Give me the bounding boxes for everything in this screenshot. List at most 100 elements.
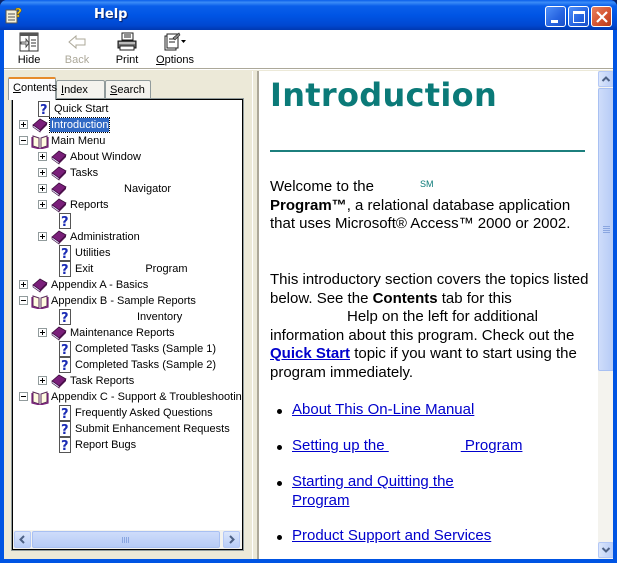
- expand-icon[interactable]: [38, 328, 47, 337]
- expand-icon[interactable]: [19, 280, 28, 289]
- chevron-right-icon: [229, 535, 235, 544]
- closed-book-icon: [50, 373, 68, 389]
- intro-text-c: Help on the left for additional informat…: [270, 308, 575, 344]
- expand-icon[interactable]: [38, 232, 47, 241]
- tree-item-label: Maintenance Reports: [70, 327, 175, 339]
- svg-text:?: ?: [61, 263, 69, 277]
- tab-search[interactable]: Search: [105, 80, 151, 99]
- scroll-left-button[interactable]: [14, 531, 31, 548]
- tree-item-label: Appendix B - Sample Reports: [51, 295, 196, 307]
- scroll-down-button[interactable]: [598, 542, 613, 558]
- expand-icon[interactable]: [38, 200, 47, 209]
- tab-contents-rest: ontents: [20, 82, 58, 94]
- help-app-icon: ?: [5, 6, 22, 24]
- toolbar: Hide Back Print Options: [4, 30, 613, 68]
- chevron-left-icon: [19, 535, 25, 544]
- print-button[interactable]: Print: [112, 32, 142, 68]
- title-bar[interactable]: ? Help: [0, 0, 617, 30]
- vertical-scrollbar[interactable]: [598, 71, 613, 559]
- hide-pane-icon: [19, 32, 39, 52]
- program-name: Program™: [270, 196, 347, 214]
- scroll-right-button[interactable]: [223, 531, 240, 548]
- maximize-button[interactable]: [568, 6, 589, 27]
- minimize-button[interactable]: [545, 6, 566, 27]
- tree-item-label: Exit Program: [75, 263, 188, 275]
- topic-link-starting-quitting[interactable]: Starting and Quitting the Program: [292, 473, 454, 509]
- welcome-text: Welcome to the: [270, 178, 374, 195]
- quick-start-link[interactable]: Quick Start: [270, 345, 350, 362]
- tab-contents[interactable]: Contents: [8, 77, 58, 100]
- tree-item-label: Introduction: [48, 117, 111, 133]
- tree-item-label: Utilities: [75, 247, 111, 259]
- vertical-scroll-thumb[interactable]: [598, 88, 613, 371]
- tree-item-label: Administration: [70, 231, 140, 243]
- svg-text:?: ?: [61, 343, 69, 357]
- intro-paragraph: This introductory section covers the top…: [270, 271, 590, 382]
- tree-item-label: Reports: [70, 199, 109, 211]
- tree-item-label: Inventory: [137, 311, 183, 323]
- expand-icon[interactable]: [38, 376, 47, 385]
- print-label: Print: [115, 54, 139, 66]
- tree-item-label: Quick Start: [54, 103, 109, 115]
- close-button[interactable]: [591, 6, 612, 27]
- tree-item-label: Completed Tasks (Sample 2): [75, 359, 217, 371]
- back-arrow-icon: [68, 34, 86, 50]
- topic-link-about-manual[interactable]: About This On-Line Manual: [292, 401, 474, 418]
- topic-item: Product Support and Services: [276, 527, 491, 546]
- svg-text:?: ?: [61, 407, 69, 421]
- chevron-up-icon: [601, 76, 611, 82]
- tree-item-label: Task Reports: [70, 375, 135, 387]
- expand-icon[interactable]: [19, 120, 28, 129]
- topic-link-setting-up[interactable]: Setting up the Program: [292, 437, 522, 454]
- tree-item-label: Frequently Asked Questions: [75, 407, 213, 419]
- topic-item: About This On-Line Manual: [276, 401, 474, 420]
- topic-link-text-b: Program: [460, 437, 523, 454]
- hide-button[interactable]: Hide: [14, 32, 44, 68]
- svg-text:?: ?: [61, 215, 69, 229]
- svg-text:?: ?: [15, 6, 22, 20]
- thumb-grip: [603, 226, 610, 234]
- tree-item-label: Report Bugs: [75, 439, 137, 451]
- expand-icon[interactable]: [38, 152, 47, 161]
- tab-contents-accel: C: [13, 82, 21, 94]
- closed-book-icon: [50, 149, 68, 165]
- options-icon: [164, 32, 186, 51]
- closed-book-icon: [31, 117, 49, 133]
- options-rest: ptions: [164, 54, 194, 66]
- topic-link-product-support[interactable]: Product Support and Services: [292, 527, 491, 544]
- topic-link-text-a: Starting and Quitting the: [292, 473, 454, 490]
- maximize-icon: [573, 11, 585, 23]
- svg-text:?: ?: [40, 103, 48, 117]
- collapse-icon[interactable]: [19, 136, 28, 145]
- minimize-icon: [551, 20, 558, 23]
- collapse-icon[interactable]: [19, 296, 28, 305]
- collapse-icon[interactable]: [19, 392, 28, 401]
- svg-text:?: ?: [61, 359, 69, 373]
- topic-link-text-b: Program: [292, 491, 350, 509]
- tree-item-label: Appendix C - Support & Troubleshooting: [51, 391, 242, 403]
- tree-item-label: Submit Enhancement Requests: [75, 423, 230, 435]
- topic-item: Setting up the Program: [276, 437, 522, 456]
- tree-item-label: Appendix A - Basics: [51, 279, 149, 291]
- intro-text-b: tab for this: [437, 289, 512, 307]
- expand-icon[interactable]: [38, 168, 47, 177]
- heading-rule: [270, 150, 585, 152]
- back-button[interactable]: Back: [62, 32, 92, 68]
- tab-search-rest: earch: [117, 84, 145, 96]
- scroll-up-button[interactable]: [598, 71, 613, 87]
- navigation-pane: Contents Index Search ? Quick Start Introd…: [4, 71, 252, 559]
- expand-icon[interactable]: [38, 184, 47, 193]
- horizontal-scroll-thumb[interactable]: [32, 531, 220, 548]
- closed-book-icon: [50, 229, 68, 245]
- thumb-grip: [122, 537, 130, 543]
- close-icon: [596, 11, 608, 23]
- hide-label: Hide: [17, 54, 41, 66]
- options-button[interactable]: Options: [154, 32, 196, 68]
- horizontal-scrollbar[interactable]: [13, 530, 242, 549]
- contents-tree[interactable]: ? Quick Start Introduction Main Menu About W…: [13, 100, 242, 529]
- svg-text:?: ?: [61, 247, 69, 261]
- closed-book-icon: [50, 325, 68, 341]
- tab-index[interactable]: Index: [56, 80, 105, 99]
- help-window: ? Help Hide Back Print Options Contents …: [0, 0, 617, 563]
- chevron-down-icon: [601, 547, 611, 553]
